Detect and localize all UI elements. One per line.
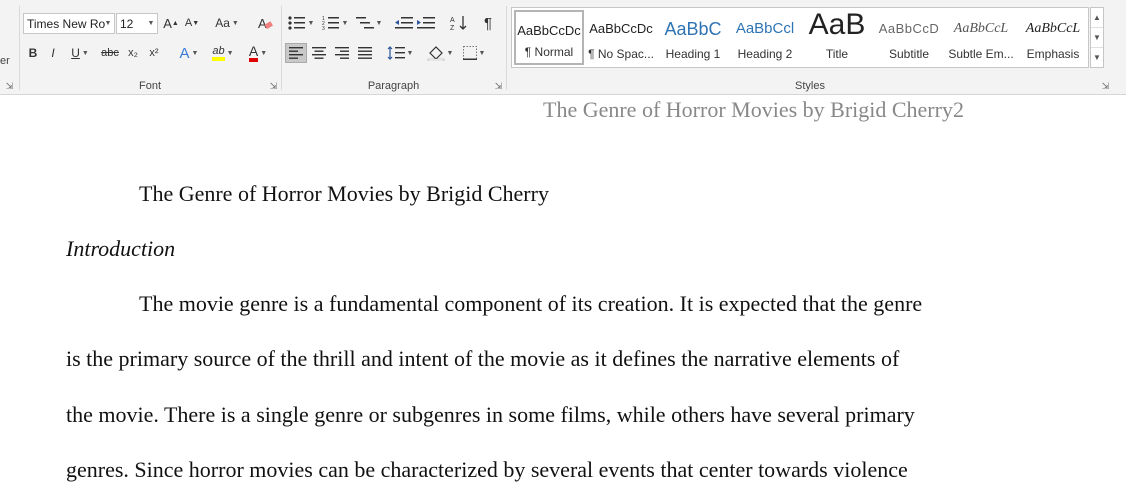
clipboard-partial-label: er xyxy=(0,55,10,67)
font-color-button[interactable]: A ▼ xyxy=(242,43,274,63)
paragraph-group: ▼ 1 2 3 ▼ ▼ AZ ¶ ▼ ▼ ▼ Paragraph ⇲ xyxy=(282,0,505,94)
font-group-label: Font xyxy=(138,80,161,92)
align-left-button[interactable] xyxy=(285,43,307,63)
page-header[interactable]: The Genre of Horror Movies by Brigid Che… xyxy=(543,97,964,123)
borders-icon xyxy=(462,46,477,60)
styles-group: Styles ⇲ xyxy=(508,0,1112,94)
document-page[interactable]: The Genre of Horror Movies by Brigid Che… xyxy=(0,95,1126,495)
multilevel-list-button[interactable]: ▼ xyxy=(354,13,384,33)
svg-text:A: A xyxy=(450,17,455,24)
paint-bucket-icon xyxy=(427,46,444,61)
chevron-down-icon: ▼ xyxy=(81,49,89,57)
font-group: Times New Ro ▼ 12 ▼ A ▲ A ▼ Aa ▼ A B I U ▼ a… xyxy=(20,0,280,94)
chevron-down-icon: ▼ xyxy=(226,49,234,57)
paragraph-dialog-launcher-icon[interactable]: ⇲ xyxy=(494,82,503,91)
change-case-label: Aa xyxy=(215,16,230,30)
chevron-down-icon: ▼ xyxy=(260,49,268,57)
svg-text:3: 3 xyxy=(322,26,325,30)
chevron-down-icon: ▼ xyxy=(341,19,349,27)
numbering-icon: 123 xyxy=(322,16,339,30)
paragraph-line[interactable]: The movie genre is a fundamental compone… xyxy=(139,291,922,317)
chevron-down-icon: ▼ xyxy=(375,19,383,27)
eraser-icon: A xyxy=(258,16,273,31)
shrink-font-button[interactable]: A ▼ xyxy=(183,13,201,33)
text-effects-button[interactable]: A ▼ xyxy=(174,43,204,63)
increase-indent-button[interactable] xyxy=(416,13,436,33)
svg-text:A: A xyxy=(258,16,267,31)
bullets-icon xyxy=(287,16,305,30)
font-color-label: A xyxy=(248,44,259,62)
grow-font-label: A xyxy=(163,15,172,31)
chevron-down-icon: ▼ xyxy=(478,49,486,57)
text-effects-label: A xyxy=(179,44,190,62)
svg-text:Z: Z xyxy=(450,25,455,31)
paragraph-line[interactable]: is the primary source of the thrill and … xyxy=(66,346,899,372)
italic-button[interactable]: I xyxy=(44,43,62,63)
bold-button[interactable]: B xyxy=(24,43,42,63)
borders-button[interactable]: ▼ xyxy=(458,43,490,63)
font-size-combo[interactable]: 12 ▼ xyxy=(116,13,158,34)
pilcrow-icon: ¶ xyxy=(483,14,493,32)
shrink-font-label: A xyxy=(184,17,193,29)
paragraph-line[interactable]: genres. Since horror movies can be chara… xyxy=(66,457,908,483)
highlight-label: ab xyxy=(212,45,225,61)
chevron-down-icon: ▼ xyxy=(231,19,239,27)
chevron-down-icon: ▼ xyxy=(446,49,454,57)
grow-font-button[interactable]: A ▲ xyxy=(162,13,180,33)
superscript-button[interactable]: x² xyxy=(144,43,164,63)
chevron-down-icon[interactable]: ▼ xyxy=(145,14,157,33)
chevron-down-icon: ▼ xyxy=(406,49,414,57)
show-paragraph-marks-button[interactable]: ¶ xyxy=(478,13,498,33)
font-name-combo[interactable]: Times New Ro ▼ xyxy=(23,13,115,34)
ribbon: er ⇲ Times New Ro ▼ 12 ▼ A ▲ A ▼ Aa ▼ A B I… xyxy=(0,0,1126,95)
multilevel-list-icon xyxy=(355,17,374,29)
subscript-button[interactable]: x₂ xyxy=(123,43,143,63)
styles-group-label: Styles xyxy=(795,80,825,92)
line-spacing-icon xyxy=(387,46,405,60)
underline-button[interactable]: U ▼ xyxy=(66,43,94,63)
justify-button[interactable] xyxy=(354,43,376,63)
paragraph-line[interactable]: the movie. There is a single genre or su… xyxy=(66,402,915,428)
align-right-icon xyxy=(335,47,349,59)
line-spacing-button[interactable]: ▼ xyxy=(384,43,416,63)
clipboard-group: er ⇲ xyxy=(0,0,20,94)
document-title[interactable]: The Genre of Horror Movies by Brigid Che… xyxy=(139,181,549,207)
font-size-value: 12 xyxy=(120,16,134,31)
divider xyxy=(506,6,507,90)
highlight-button[interactable]: ab ▼ xyxy=(206,43,240,63)
section-heading[interactable]: Introduction xyxy=(66,236,175,262)
font-name-value: Times New Ro xyxy=(27,16,106,31)
sort-button[interactable]: AZ xyxy=(448,13,470,33)
chevron-down-icon[interactable]: ▼ xyxy=(102,14,114,33)
align-center-button[interactable] xyxy=(308,43,330,63)
decrease-indent-icon xyxy=(395,17,413,29)
align-left-icon xyxy=(289,47,303,59)
chevron-down-icon: ▼ xyxy=(307,19,315,27)
font-dialog-launcher-icon[interactable]: ⇲ xyxy=(269,82,278,91)
strikethrough-button[interactable]: abc xyxy=(98,43,122,63)
numbering-button[interactable]: 1 2 3 ▼ xyxy=(320,13,350,33)
styles-dialog-launcher-icon[interactable]: ⇲ xyxy=(1101,82,1110,91)
clear-formatting-button[interactable]: A xyxy=(254,13,276,33)
justify-icon xyxy=(358,47,372,59)
align-right-button[interactable] xyxy=(331,43,353,63)
shading-button[interactable]: ▼ xyxy=(424,43,456,63)
change-case-button[interactable]: Aa ▼ xyxy=(212,13,242,33)
underline-label: U xyxy=(71,46,80,60)
clipboard-launcher-icon[interactable]: ⇲ xyxy=(5,82,14,91)
align-center-icon xyxy=(312,47,326,59)
sort-icon: AZ xyxy=(450,16,467,31)
bullets-button[interactable]: ▼ xyxy=(286,13,316,33)
increase-indent-icon xyxy=(417,17,435,29)
chevron-down-icon: ▼ xyxy=(191,49,199,57)
paragraph-group-label: Paragraph xyxy=(367,80,420,92)
decrease-indent-button[interactable] xyxy=(394,13,414,33)
